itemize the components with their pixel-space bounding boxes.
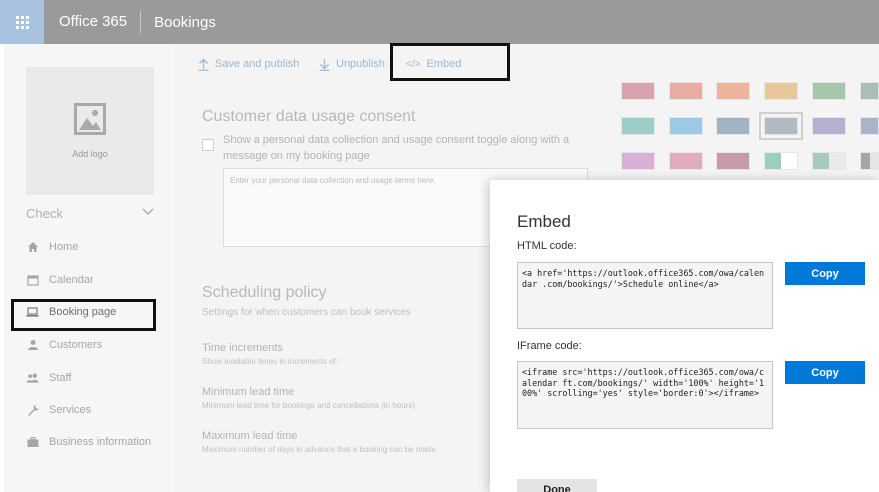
html-code-box[interactable]: <a href='https://outlook.office365.com/o… — [517, 262, 773, 329]
sidebar-item-services[interactable]: Services — [26, 400, 91, 420]
theme-color-swatch[interactable] — [669, 152, 703, 170]
consent-checkbox[interactable] — [202, 139, 214, 151]
theme-color-swatch[interactable] — [716, 82, 750, 100]
theme-color-swatch[interactable] — [812, 82, 846, 100]
theme-color-swatch[interactable] — [759, 112, 803, 140]
download-icon — [319, 58, 330, 71]
top-bar: Office 365 Bookings — [0, 0, 879, 44]
iframe-code-label: IFrame code: — [517, 340, 582, 352]
sidebar-item-home[interactable]: Home — [26, 237, 78, 257]
image-icon — [74, 103, 106, 135]
consent-checkbox-label: Show a personal data collection and usag… — [223, 134, 570, 162]
theme-color-swatch[interactable] — [621, 117, 655, 135]
time-increments-desc: Show available times in increments of: — [202, 357, 339, 366]
add-logo-label: Add logo — [72, 149, 108, 159]
theme-color-swatch[interactable] — [860, 117, 879, 135]
unpublish-button[interactable]: Unpublish — [319, 54, 385, 74]
waffle-icon — [15, 15, 29, 29]
sidebar-item-customers[interactable]: Customers — [26, 335, 102, 355]
max-lead-time-title: Maximum lead time — [202, 430, 298, 442]
app-launcher-button[interactable] — [0, 0, 44, 44]
sidebar-item-label: Services — [49, 404, 92, 416]
sidebar-item-label: Business information — [49, 436, 152, 448]
theme-color-swatch[interactable] — [764, 152, 798, 170]
upload-icon — [198, 58, 209, 71]
html-code-label: HTML code: — [517, 240, 577, 252]
home-icon — [26, 241, 39, 254]
theme-color-swatch[interactable] — [716, 152, 750, 170]
time-increments-title: Time increments — [202, 342, 283, 354]
theme-color-swatch[interactable] — [621, 152, 655, 170]
embed-panel: Embed HTML code: <a href='https://outloo… — [490, 180, 879, 492]
sidebar-item-label: Home — [49, 241, 79, 253]
done-button[interactable]: Done — [517, 479, 597, 492]
consent-section-title: Customer data usage consent — [202, 108, 416, 125]
scheduling-subtitle: Settings for when customers can book ser… — [202, 307, 411, 318]
wrench-icon — [26, 404, 39, 417]
app-name[interactable]: Bookings — [154, 14, 216, 31]
business-name[interactable]: Check — [26, 206, 63, 221]
theme-color-swatch[interactable] — [860, 82, 879, 100]
chevron-down-icon[interactable] — [142, 208, 154, 216]
theme-color-swatch[interactable] — [860, 152, 879, 170]
booking-page-highlight-box — [11, 299, 156, 331]
embed-highlight-box — [390, 43, 510, 81]
calendar-icon — [26, 274, 39, 287]
theme-color-swatch[interactable] — [669, 82, 703, 100]
theme-color-swatch[interactable] — [812, 152, 846, 170]
copy-html-button[interactable]: Copy — [785, 262, 865, 285]
theme-color-swatch[interactable] — [812, 117, 846, 135]
theme-color-swatch[interactable] — [621, 82, 655, 100]
person-icon — [26, 339, 39, 352]
sidebar: Add logo Check Home Calendar Booking pag… — [4, 44, 174, 492]
sidebar-item-calendar[interactable]: Calendar — [26, 270, 94, 290]
copy-iframe-button[interactable]: Copy — [785, 361, 865, 384]
add-logo-button[interactable]: Add logo — [26, 67, 154, 195]
sidebar-item-label: Customers — [49, 339, 103, 351]
people-icon — [26, 372, 39, 385]
scheduling-section-title: Scheduling policy — [202, 284, 327, 301]
theme-color-swatch[interactable] — [669, 117, 703, 135]
min-lead-time-desc: Minimum lead time for bookings and cance… — [202, 401, 415, 410]
sidebar-item-business-information[interactable]: Business information — [26, 432, 151, 452]
theme-color-swatch[interactable] — [764, 82, 798, 100]
briefcase-icon — [26, 436, 39, 449]
min-lead-time-title: Minimum lead time — [202, 386, 295, 398]
sidebar-item-label: Staff — [49, 372, 72, 384]
iframe-code-box[interactable]: <iframe src='https://outlook.office365.c… — [517, 361, 773, 429]
theme-color-swatch[interactable] — [716, 117, 750, 135]
save-and-publish-button[interactable]: Save and publish — [198, 54, 299, 74]
sidebar-item-staff[interactable]: Staff — [26, 368, 71, 388]
embed-panel-title: Embed — [517, 212, 571, 231]
sidebar-item-label: Calendar — [49, 274, 94, 286]
max-lead-time-desc: Maximum number of days in advance that a… — [202, 445, 436, 454]
brand-name[interactable]: Office 365 — [59, 11, 142, 33]
